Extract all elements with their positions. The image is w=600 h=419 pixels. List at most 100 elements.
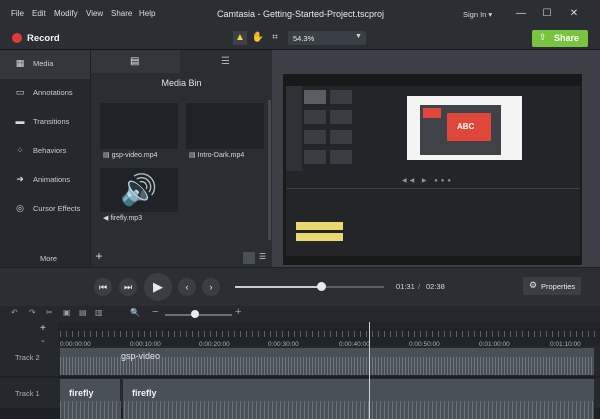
step-forward-icon[interactable]: ⏭ [119, 278, 137, 296]
menu-edit[interactable]: Edit [32, 9, 46, 18]
media-item-label: ▤ Intro-Dark.mp4 [189, 152, 245, 159]
film-icon: ▦ [15, 58, 25, 68]
gear-icon: ⚙ [529, 280, 538, 290]
nested-tile [330, 130, 352, 144]
nested-tile [330, 150, 352, 164]
clip-label: gsp-video [121, 351, 161, 361]
tool-label: Cursor Effects [33, 204, 81, 213]
pan-tool-icon[interactable]: ✋ [251, 31, 265, 45]
animation-icon: ➜ [16, 174, 24, 184]
window-title: Camtasia - Getting-Started-Project.tscpr… [217, 9, 385, 19]
previous-marker-icon[interactable]: ‹ [178, 278, 196, 296]
select-tool-icon[interactable]: ▲ [233, 31, 247, 45]
transition-icon: ▬ [15, 116, 25, 126]
nested-tile [330, 110, 352, 124]
close-icon[interactable]: ✕ [566, 6, 582, 22]
record-dot-icon[interactable] [12, 33, 22, 43]
undo-icon[interactable]: ↶ [11, 308, 18, 317]
cut-icon[interactable]: ✂ [46, 308, 53, 317]
add-track-icon[interactable]: + [40, 323, 46, 334]
media-item-label: ◀ firefly.mp3 [103, 215, 143, 222]
film-strip-icon: ▤ [130, 56, 140, 67]
nested-tile [304, 130, 326, 144]
tool-label: Media [33, 59, 54, 68]
scrub-progress [235, 286, 322, 288]
nested-tile [304, 110, 326, 124]
share-icon: ⇪ [539, 32, 547, 42]
nested-timeline [286, 188, 580, 189]
tool-label: Behaviors [33, 146, 67, 155]
tool-label: Animations [33, 175, 71, 184]
thumb-firefly-audio[interactable]: 🔊 [100, 168, 178, 212]
play-button[interactable]: ▶ [144, 273, 172, 301]
ruler-header [0, 322, 58, 346]
cursor-icon: ◎ [16, 203, 24, 213]
crop-tool-icon[interactable]: ⌗ [268, 31, 282, 45]
camtasia-window: File Edit Modify View Share Help Camtasi… [0, 0, 600, 419]
thumb-intro-dark[interactable] [186, 103, 264, 149]
zoom-in-icon[interactable]: + [235, 306, 241, 318]
tool-behaviors[interactable]: ⁘ Behaviors [0, 137, 90, 166]
track-label: Track 2 [15, 353, 40, 362]
grid-view-icon[interactable] [243, 252, 255, 264]
track-label: Track 1 [15, 389, 40, 398]
nested-tile [304, 150, 326, 164]
media-item-name: gsp-video.mp4 [111, 152, 158, 159]
media-item-name: firefly.mp3 [110, 215, 143, 222]
step-back-icon[interactable]: ⏮ [94, 278, 112, 296]
nested-tile [330, 90, 352, 104]
tool-cursor-effects[interactable]: ◎ Cursor Effects [0, 195, 90, 224]
menu-file[interactable]: File [11, 9, 24, 18]
chevron-down-icon: ▼ [355, 33, 362, 40]
callout-text: ABC [457, 122, 475, 131]
timeline-toolbar [0, 306, 600, 322]
media-item-name: Intro-Dark.mp4 [197, 152, 245, 159]
menu-help[interactable]: Help [139, 9, 155, 18]
more-button[interactable]: More [40, 254, 57, 263]
zoom-value: 54.3% [293, 34, 315, 43]
playhead[interactable] [369, 322, 370, 419]
record-button[interactable]: Record [27, 33, 60, 44]
audio-waveform [60, 401, 594, 419]
behavior-icon: ⁘ [16, 145, 24, 155]
tool-annotations[interactable]: ▭ Annotations [0, 79, 90, 108]
tool-label: Transitions [33, 117, 70, 126]
menu-view[interactable]: View [86, 9, 103, 18]
total-time: 02:38 [426, 282, 445, 291]
ruler-ticks [60, 331, 600, 337]
zoom-out-icon[interactable]: − [152, 306, 158, 318]
collapse-tracks-icon[interactable]: ⌄ [40, 336, 46, 344]
zoom-search-icon[interactable]: 🔍 [130, 308, 140, 317]
nested-clip [296, 233, 343, 241]
nested-tile [304, 90, 326, 104]
media-item-label: ▤ gsp-video.mp4 [103, 152, 158, 159]
clip-label: firefly [132, 388, 157, 398]
clip-label: firefly [69, 388, 94, 398]
media-bin-title: Media Bin [161, 78, 202, 88]
tool-animations[interactable]: ➜ Animations [0, 166, 90, 195]
share-label: Share [554, 33, 580, 43]
nested-clip [296, 222, 343, 230]
nested-controls: ◀◀ ▶ ●●● [402, 178, 455, 184]
time-separator: / [418, 282, 421, 291]
thumb-gsp-video[interactable] [100, 103, 178, 149]
split-icon[interactable]: ▥ [95, 308, 103, 317]
list-view-icon[interactable]: ☰ [259, 252, 271, 264]
next-marker-icon[interactable]: › [202, 278, 220, 296]
redo-icon[interactable]: ↷ [29, 308, 36, 317]
maximize-icon[interactable]: ☐ [539, 6, 555, 22]
copy-icon[interactable]: ▣ [63, 308, 71, 317]
minimize-icon[interactable]: — [513, 6, 529, 22]
bin-scrollbar[interactable] [268, 100, 271, 240]
properties-label: Properties [541, 282, 576, 291]
paste-icon[interactable]: ▤ [79, 308, 87, 317]
tool-transitions[interactable]: ▬ Transitions [0, 108, 90, 137]
tools-panel: ▦ Media ▭ Annotations ▬ Transitions ⁘ Be… [0, 50, 90, 267]
menu-share[interactable]: Share [111, 9, 132, 18]
sign-in-menu[interactable]: Sign In ▾ [463, 10, 492, 19]
add-button[interactable]: + [92, 249, 106, 263]
tool-media[interactable]: ▦ Media [0, 50, 90, 79]
menu-modify[interactable]: Modify [54, 9, 78, 18]
tool-label: Annotations [33, 88, 73, 97]
timeline-zoom-handle[interactable] [191, 310, 199, 318]
